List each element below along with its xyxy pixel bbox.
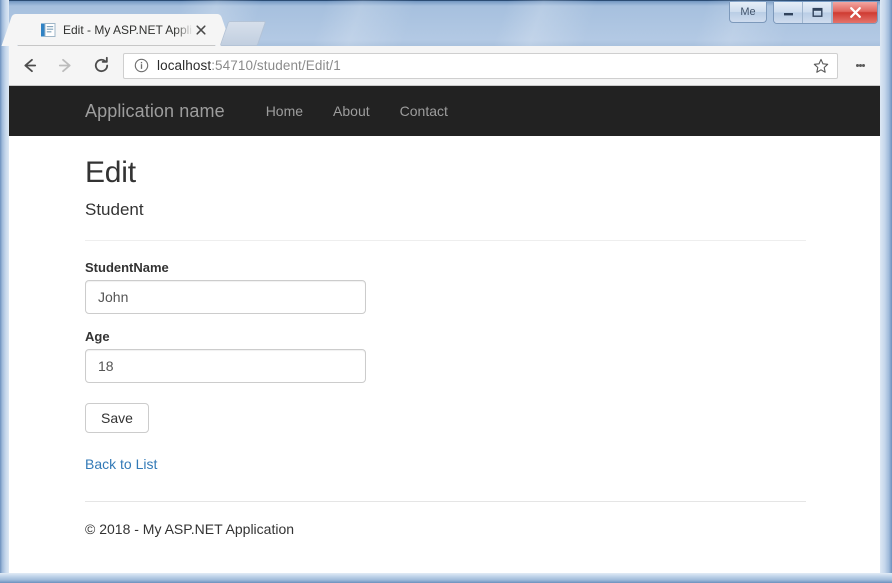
navbar-brand[interactable]: Application name — [85, 101, 225, 122]
forward-button[interactable] — [49, 50, 81, 82]
close-icon — [196, 25, 206, 35]
page-container: Edit Student StudentName Age Save Back t… — [9, 156, 880, 537]
arrow-right-icon — [56, 56, 75, 75]
student-name-input[interactable] — [85, 280, 366, 314]
form-group-age: Age — [85, 329, 880, 383]
page-viewport: Application name Home About Contact Edit… — [9, 86, 880, 573]
window-border-right — [880, 0, 892, 583]
browser-window: Me — [0, 0, 892, 583]
menu-dot — [862, 64, 865, 67]
page-title: Edit — [85, 156, 880, 190]
section-title: Student — [85, 200, 880, 220]
window-top-edge — [0, 0, 892, 1]
nav-link-about[interactable]: About — [318, 103, 385, 119]
address-bar-host: localhost — [157, 58, 211, 73]
tab-title: Edit - My ASP.NET Applic — [63, 23, 193, 37]
tab-strip: Edit - My ASP.NET Applic — [9, 14, 880, 46]
arrow-left-icon — [20, 56, 39, 75]
window-border-left — [0, 0, 9, 583]
nav-link-contact[interactable]: Contact — [385, 103, 463, 119]
new-tab-button[interactable] — [220, 21, 267, 46]
label-age: Age — [85, 329, 880, 344]
save-button[interactable]: Save — [85, 403, 149, 433]
label-student-name: StudentName — [85, 260, 880, 275]
edit-student-form: StudentName Age Save — [85, 260, 880, 433]
back-button[interactable] — [13, 50, 45, 82]
tab-close-button[interactable] — [193, 22, 209, 38]
footer-text: © 2018 - My ASP.NET Application — [85, 521, 880, 537]
browser-menu-button[interactable] — [846, 50, 874, 82]
star-icon[interactable] — [809, 58, 833, 74]
window-border-bottom — [0, 573, 892, 583]
footer-divider — [85, 501, 806, 502]
site-navbar: Application name Home About Contact — [9, 86, 880, 136]
address-bar-path: :54710/student/Edit/1 — [211, 58, 341, 73]
address-bar-url: localhost:54710/student/Edit/1 — [157, 58, 809, 73]
reload-icon — [92, 56, 111, 75]
form-group-student-name: StudentName — [85, 260, 880, 314]
browser-toolbar: localhost:54710/student/Edit/1 — [9, 46, 880, 86]
back-to-list-link[interactable]: Back to List — [85, 456, 157, 472]
reload-button[interactable] — [85, 50, 117, 82]
page-favicon — [40, 22, 56, 38]
nav-link-home[interactable]: Home — [251, 103, 318, 119]
age-input[interactable] — [85, 349, 366, 383]
address-bar[interactable]: localhost:54710/student/Edit/1 — [123, 53, 838, 79]
browser-tab[interactable]: Edit - My ASP.NET Applic — [18, 14, 215, 46]
content-divider — [85, 240, 806, 241]
info-circle-icon[interactable] — [132, 58, 150, 73]
